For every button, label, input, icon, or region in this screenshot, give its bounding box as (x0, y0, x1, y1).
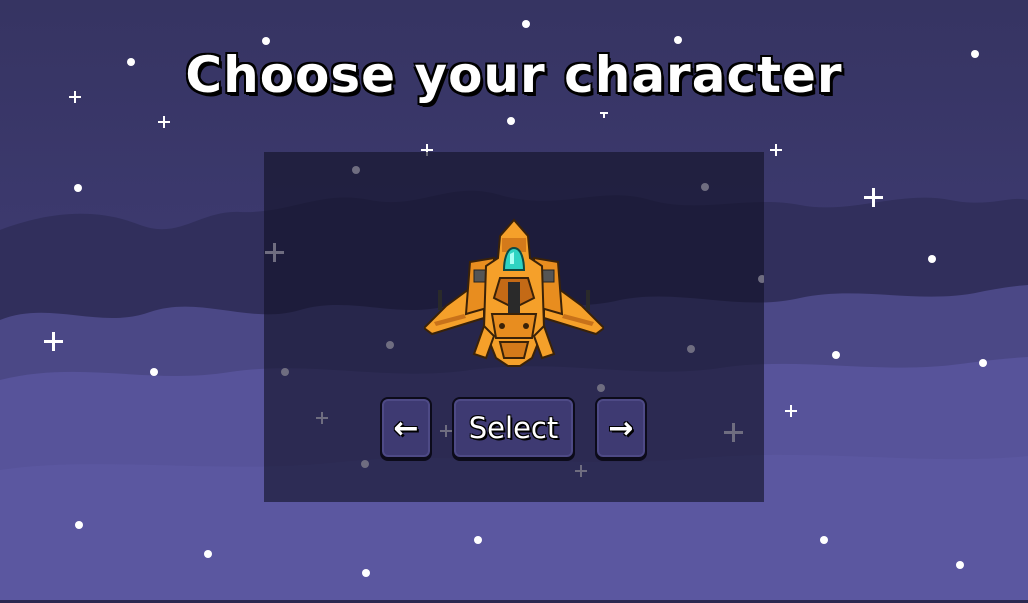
select-button[interactable]: Select (452, 397, 575, 459)
previous-character-button[interactable]: ← (380, 397, 432, 459)
next-character-button[interactable]: → (595, 397, 647, 459)
page-title: Choose your character (185, 46, 843, 104)
orange-spaceship-icon (424, 218, 604, 367)
character-select-panel: ← Select → (264, 152, 764, 502)
game-screen: Choose your character ← Select → (0, 0, 1028, 603)
